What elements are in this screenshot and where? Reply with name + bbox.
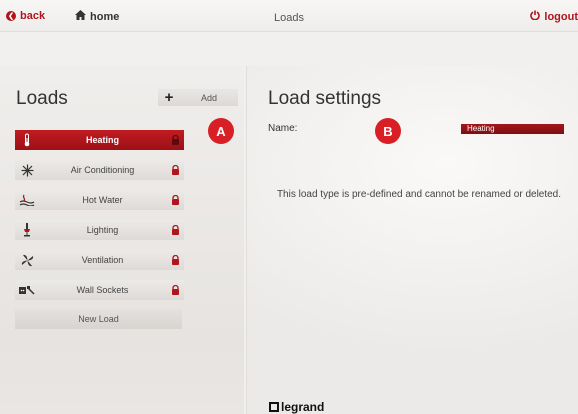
load-item-heating[interactable]: Heating xyxy=(15,130,184,150)
top-bar: ❮ back home Loads logout xyxy=(0,0,578,32)
load-item-air-conditioning[interactable]: Air Conditioning xyxy=(15,160,184,180)
lock-icon xyxy=(166,135,184,145)
snowflake-icon xyxy=(15,164,39,177)
brand-text: legrand xyxy=(281,400,325,414)
callout-a: A xyxy=(208,118,234,144)
lock-icon xyxy=(166,195,184,205)
load-item-label: Air Conditioning xyxy=(70,165,135,175)
loads-panel xyxy=(0,66,244,414)
logout-button[interactable]: logout xyxy=(530,10,578,23)
load-item-hot-water[interactable]: Hot Water xyxy=(15,190,184,210)
lock-icon xyxy=(166,165,184,175)
name-label: Name: xyxy=(268,123,298,134)
lock-icon xyxy=(166,285,184,295)
legrand-logo-mark xyxy=(269,402,279,412)
load-item-lighting[interactable]: Lighting xyxy=(15,220,184,240)
load-item-label: Heating xyxy=(85,135,119,145)
lamp-icon xyxy=(15,223,39,237)
page-title: Loads xyxy=(274,12,304,24)
load-settings-panel xyxy=(246,66,578,414)
predefined-message: This load type is pre-defined and cannot… xyxy=(276,189,562,200)
add-load-button[interactable]: + Add xyxy=(158,89,238,106)
load-settings-heading: Load settings xyxy=(268,88,382,109)
name-field[interactable]: Heating xyxy=(461,124,564,134)
loads-heading: Loads xyxy=(16,88,68,109)
hot-water-icon xyxy=(15,194,39,206)
callout-b: B xyxy=(375,118,401,144)
load-item-label: Hot Water xyxy=(82,195,123,205)
lock-icon xyxy=(166,255,184,265)
plug-icon xyxy=(15,285,39,296)
plus-icon: + xyxy=(164,89,174,106)
thermometer-icon xyxy=(15,133,39,147)
load-item-label: Lighting xyxy=(86,225,119,235)
load-item-label: Wall Sockets xyxy=(76,285,129,295)
logout-label: logout xyxy=(544,10,578,23)
add-label: Add xyxy=(200,92,217,103)
load-item-wall-sockets[interactable]: Wall Sockets xyxy=(15,280,184,300)
lock-icon xyxy=(166,225,184,235)
legrand-logo: legrand xyxy=(269,400,324,414)
load-item-label: Ventilation xyxy=(81,255,124,265)
power-icon xyxy=(530,10,541,23)
new-load-button[interactable]: New Load xyxy=(15,309,182,329)
fan-icon xyxy=(15,254,39,267)
load-item-ventilation[interactable]: Ventilation xyxy=(15,250,184,270)
